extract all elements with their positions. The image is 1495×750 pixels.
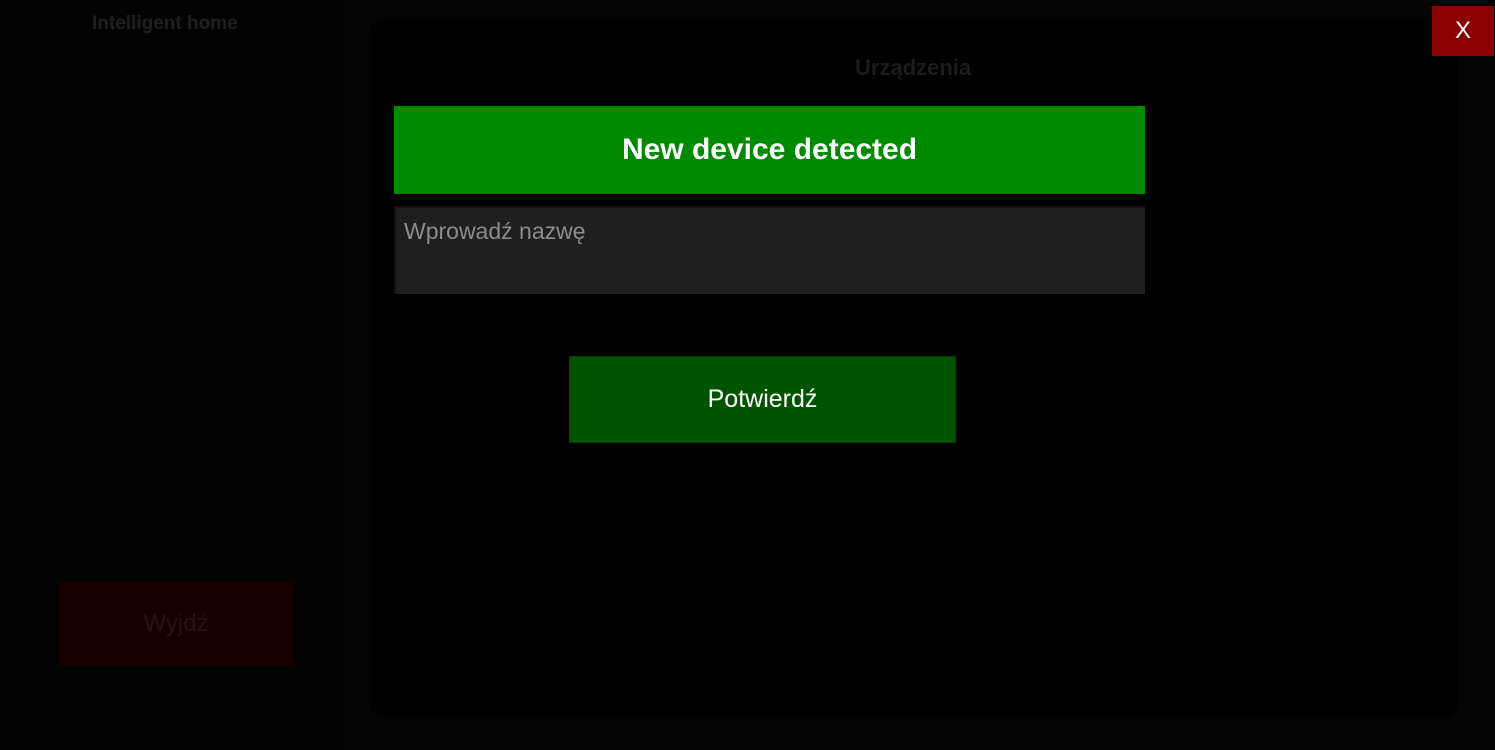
app-window: Intelligent home Wyjdź Urządzenia New de… xyxy=(0,0,1495,750)
confirm-button[interactable]: Potwierdź xyxy=(569,356,956,443)
app-title: Intelligent home xyxy=(92,13,238,34)
exit-button[interactable]: Wyjdź xyxy=(58,582,294,666)
panel-title: Urządzenia xyxy=(855,55,972,80)
device-name-input[interactable] xyxy=(394,206,1145,294)
new-device-dialog-header: New device detected xyxy=(394,106,1145,194)
close-button[interactable]: X xyxy=(1432,6,1494,56)
dialog-title: New device detected xyxy=(621,133,918,166)
sidebar: Intelligent home Wyjdź xyxy=(0,0,345,750)
